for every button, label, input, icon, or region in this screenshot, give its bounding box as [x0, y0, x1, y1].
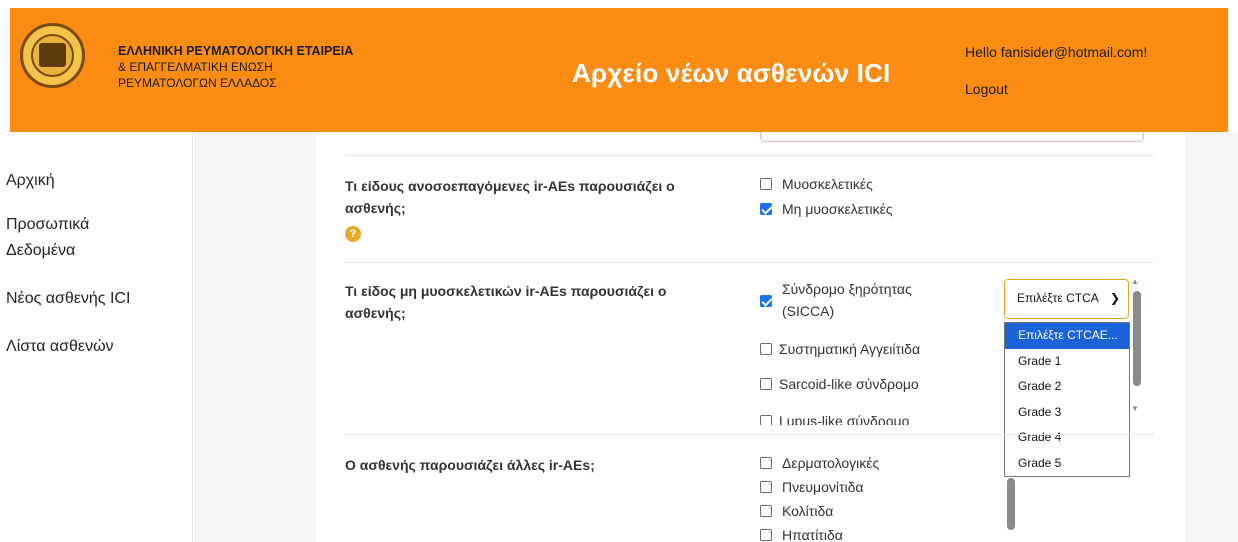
checkbox-colitis[interactable] — [760, 505, 772, 517]
dropdown-option-grade-4[interactable]: Grade 4 — [1005, 425, 1129, 451]
option-pneumonitis[interactable]: Πνευμονίτιδα — [760, 476, 864, 498]
option-label: Lupus-like σύνδρομο — [779, 413, 910, 425]
option-label: Συστηματική Αγγειίτιδα — [779, 341, 921, 357]
checkbox-lupus-like[interactable] — [760, 415, 772, 425]
option-sicca-line1: Σύνδρομο ξηρότητας — [782, 281, 912, 297]
question-other-ir-aes: Ο ασθενής παρουσιάζει άλλες ir-AEs; — [345, 457, 595, 473]
question-non-musculoskeletal-line2: ασθενής; — [345, 305, 406, 321]
scrollbar-thumb[interactable] — [1133, 291, 1141, 386]
row-divider — [345, 155, 1155, 156]
question-ir-ae-type-line2: ασθενής; — [345, 200, 406, 216]
checkbox-non-musculoskeletal[interactable] — [760, 203, 772, 215]
option-musculoskeletal[interactable]: Μυοσκελετικές — [760, 173, 873, 195]
question-ir-ae-type: Τι είδους ανοσοεπαγόμενες ir-AEs παρουσι… — [345, 175, 725, 219]
checkbox-musculoskeletal[interactable] — [760, 178, 772, 190]
option-label: Πνευμονίτιδα — [782, 479, 864, 495]
org-line-3: ΡΕΥΜΑΤΟΛΟΓΩΝ ΕΛΛΑΔΟΣ — [118, 76, 277, 90]
sidebar-item-new-patient[interactable]: Νέος ασθενής ICI — [6, 286, 130, 312]
dropdown-option-grade-2[interactable]: Grade 2 — [1005, 374, 1129, 400]
row-divider — [345, 434, 1155, 435]
scrollbar-thumb-lower[interactable] — [1007, 478, 1015, 530]
question-ir-ae-type-line1: Τι είδους ανοσοεπαγόμενες ir-AEs παρουσι… — [345, 178, 675, 194]
option-label: Κολίτιδα — [782, 503, 834, 519]
scroll-up-arrow-icon[interactable]: ▲ — [1131, 277, 1139, 286]
option-label: Sarcoid-like σύνδρομο — [779, 376, 919, 392]
site-title: Αρχείο νέων ασθενών ICI — [572, 58, 891, 88]
option-non-musculoskeletal[interactable]: Μη μυοσκελετικές — [760, 198, 893, 220]
checkbox-dermatological[interactable] — [760, 457, 772, 469]
ctcae-dropdown-list: Επιλέξτε CTCAE... Grade 1 Grade 2 Grade … — [1004, 322, 1130, 477]
option-sicca-line2: (SICCA) — [782, 303, 835, 319]
logout-link[interactable]: Logout — [965, 81, 1008, 97]
checkbox-hepatitis[interactable] — [760, 529, 772, 541]
sidebar-item-personal-data-line2[interactable]: Δεδομένα — [6, 238, 75, 264]
select-value: Επιλέξτε CTCA — [1017, 291, 1099, 305]
help-icon[interactable]: ? — [345, 226, 361, 242]
option-colitis[interactable]: Κολίτιδα — [760, 500, 833, 522]
option-systemic-vasculitis[interactable]: Συστηματική Αγγειίτιδα — [760, 338, 920, 360]
option-label: Δερματολογικές — [782, 455, 880, 471]
organization-name: ΕΛΛΗΝΙΚΗ ΡΕΥΜΑΤΟΛΟΓΙΚΗ ΕΤΑΙΡΕΙΑ & ΕΠΑΓΓΕ… — [118, 43, 353, 91]
org-line-2: & ΕΠΑΓΓΕΛΜΑΤΙΚΗ ΕΝΩΣΗ — [118, 60, 273, 74]
user-greeting: Hello fanisider@hotmail.com! — [965, 44, 1148, 60]
org-line-1: ΕΛΛΗΝΙΚΗ ΡΕΥΜΑΤΟΛΟΓΙΚΗ ΕΤΑΙΡΕΙΑ — [118, 44, 354, 58]
question-non-musculoskeletal-type: Τι είδος μη μυοσκελετικών ir-AEs παρουσι… — [345, 280, 725, 324]
question-non-musculoskeletal-line1: Τι είδος μη μυοσκελετικών ir-AEs παρουσι… — [345, 283, 667, 299]
dropdown-option-grade-5[interactable]: Grade 5 — [1005, 451, 1129, 477]
sidebar-item-home[interactable]: Αρχική — [6, 168, 55, 194]
sidebar-item-personal-data[interactable]: Προσωπικά — [6, 212, 89, 238]
option-sicca[interactable]: Σύνδρομο ξηρότητας (SICCA) — [760, 278, 912, 322]
dropdown-option-placeholder[interactable]: Επιλέξτε CTCAE... — [1005, 323, 1129, 349]
scroll-down-arrow-icon[interactable]: ▼ — [1131, 404, 1139, 413]
option-label: Ηπατίτιδα — [782, 527, 843, 542]
option-lupus-like[interactable]: Lupus-like σύνδρομο — [760, 410, 909, 425]
option-label: Μυοσκελετικές — [782, 176, 873, 192]
site-header: ΕΛΛΗΝΙΚΗ ΡΕΥΜΑΤΟΛΟΓΙΚΗ ΕΤΑΙΡΕΙΑ & ΕΠΑΓΓΕ… — [10, 8, 1228, 132]
checkbox-sarcoid-like[interactable] — [760, 378, 772, 390]
checkbox-systemic-vasculitis[interactable] — [760, 343, 772, 355]
chevron-down-icon: ❯ — [1109, 291, 1120, 305]
option-sarcoid-like[interactable]: Sarcoid-like σύνδρομο — [760, 373, 919, 395]
ctcae-grade-select[interactable]: Επιλέξτε CTCA ❯ — [1004, 279, 1129, 319]
option-dermatological[interactable]: Δερματολογικές — [760, 452, 879, 474]
society-logo — [20, 23, 85, 88]
option-sicca-label: Σύνδρομο ξηρότητας (SICCA) — [782, 278, 912, 322]
dropdown-option-grade-1[interactable]: Grade 1 — [1005, 349, 1129, 375]
previous-input-field[interactable] — [760, 132, 1144, 142]
option-label: Μη μυοσκελετικές — [782, 201, 893, 217]
dropdown-option-grade-3[interactable]: Grade 3 — [1005, 400, 1129, 426]
checkbox-pneumonitis[interactable] — [760, 481, 772, 493]
option-hepatitis[interactable]: Ηπατίτιδα — [760, 524, 843, 542]
sidebar-item-patient-list[interactable]: Λίστα ασθενών — [6, 334, 114, 360]
logo-emblem — [39, 43, 66, 67]
checkbox-sicca[interactable] — [760, 295, 772, 307]
row-divider — [345, 262, 1155, 263]
